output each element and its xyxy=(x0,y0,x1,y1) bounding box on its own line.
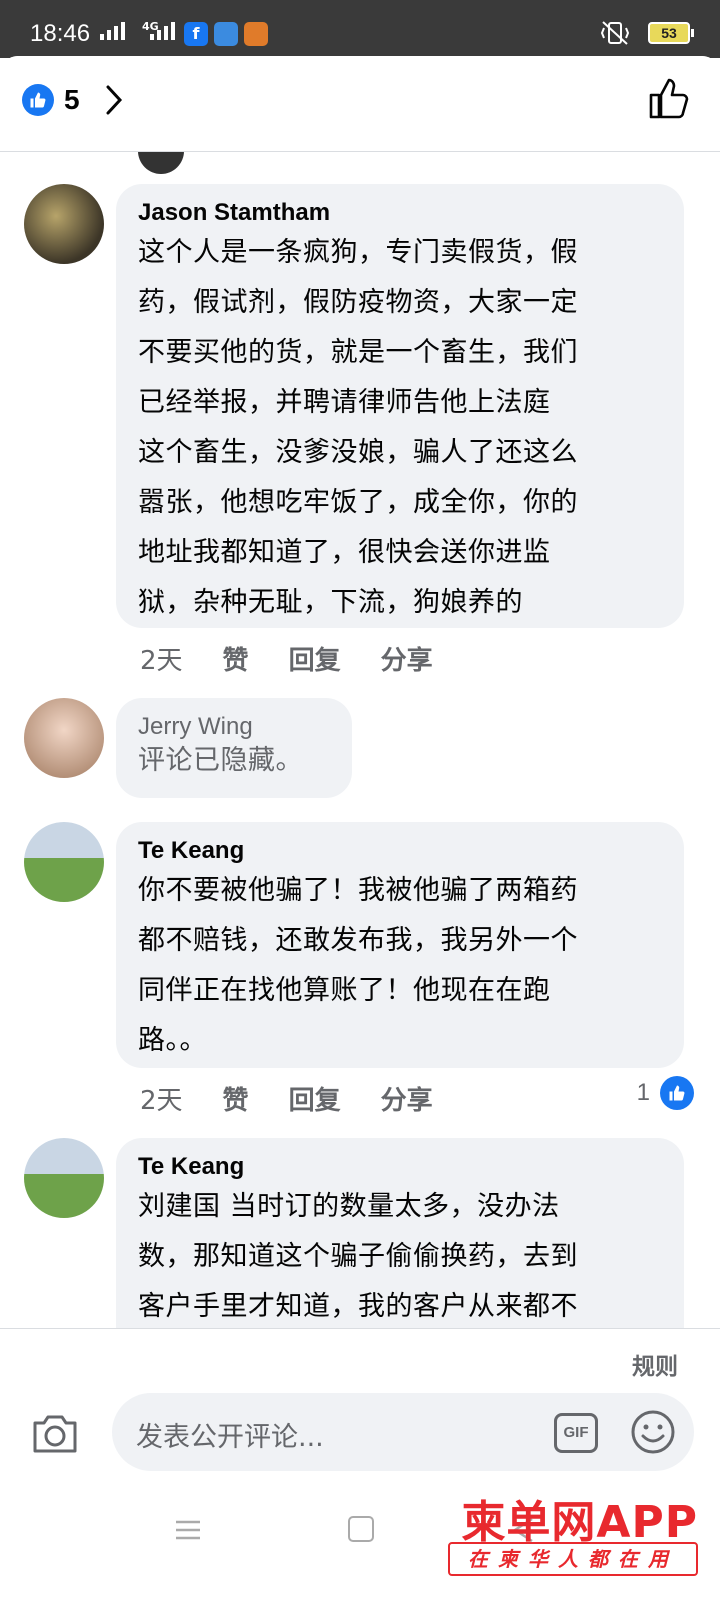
watermark-logo: 柬单网APP xyxy=(461,1497,698,1548)
comment-bubble: Te Keang 刘建国 当时订的数量太多，没办法 数，那知道这个骗子偷偷换药，… xyxy=(116,1138,684,1358)
signal-2-icon xyxy=(150,22,175,40)
watermark-tagline: 在柬华人都在用 xyxy=(448,1542,698,1576)
avatar-te-keang[interactable] xyxy=(24,1138,104,1218)
comment-time: 2天 xyxy=(140,646,183,676)
comment-bubble: Jason Stamtham 这个人是一条疯狗，专门卖假货，假 药，假试剂，假防… xyxy=(116,184,684,628)
facebook-app-icon: f xyxy=(184,22,208,46)
chevron-right-icon xyxy=(106,85,122,115)
comment-actions: 2天 赞 回复 分享 xyxy=(140,640,433,677)
comment-input-placeholder: 发表公开评论... xyxy=(136,1422,324,1453)
status-time: 18:46 xyxy=(30,20,91,47)
comment-text: 你不要被他骗了！我被他骗了两箱药 都不赔钱，还敢发布我，我另外一个 同伴正在找他… xyxy=(138,875,578,1056)
emoji-icon[interactable] xyxy=(630,1409,676,1455)
status-bar: 18:46 4G f 53 xyxy=(0,0,720,58)
comment-bubble: Te Keang 你不要被他骗了！我被他骗了两箱药 都不赔钱，还敢发布我，我另外… xyxy=(116,822,684,1068)
rules-link[interactable]: 规则 xyxy=(632,1347,678,1381)
hidden-comment-bubble: Jerry Wing 评论已隐藏。 xyxy=(116,698,352,798)
sheet-header: 5 xyxy=(0,56,720,152)
news-app-icon xyxy=(244,22,268,46)
comment-time: 2天 xyxy=(140,1086,183,1116)
comment-author[interactable]: Jason Stamtham xyxy=(138,198,662,228)
like-button-icon[interactable] xyxy=(648,78,690,120)
like-reaction-icon xyxy=(22,84,54,116)
home-icon[interactable] xyxy=(348,1516,374,1542)
like-link[interactable]: 赞 xyxy=(223,1080,249,1117)
comment-actions: 2天 赞 回复 分享 xyxy=(140,1080,433,1117)
app-notification-icon xyxy=(214,22,238,46)
comment-input[interactable]: 发表公开评论... GIF xyxy=(112,1393,694,1471)
camera-icon[interactable] xyxy=(30,1411,80,1455)
gif-button[interactable]: GIF xyxy=(554,1413,598,1453)
avatar-jerry-wing[interactable] xyxy=(24,698,104,778)
avatar-jason-stamtham[interactable] xyxy=(24,184,104,264)
like-count: 5 xyxy=(64,84,80,115)
comment-text: 刘建国 当时订的数量太多，没办法 数，那知道这个骗子偷偷换药，去到 客户手里才知… xyxy=(138,1191,578,1322)
comment-author[interactable]: Te Keang xyxy=(138,836,662,866)
comment-author[interactable]: Te Keang xyxy=(138,1152,662,1182)
reaction-count: 1 xyxy=(636,1079,650,1106)
like-reaction-icon xyxy=(660,1076,694,1110)
vibrate-icon xyxy=(600,21,630,45)
reactions-summary[interactable]: 5 xyxy=(22,84,124,116)
share-link[interactable]: 分享 xyxy=(381,1080,433,1117)
menu-icon[interactable] xyxy=(174,1518,202,1542)
battery-icon: 53 xyxy=(648,22,694,44)
comment-reactions[interactable]: 1 xyxy=(637,1076,694,1110)
comment-text: 这个人是一条疯狗，专门卖假货，假 药，假试剂，假防疫物资，大家一定 不要买他的货… xyxy=(138,237,578,618)
reply-link[interactable]: 回复 xyxy=(289,640,341,677)
reply-link[interactable]: 回复 xyxy=(289,1080,341,1117)
avatar-te-keang[interactable] xyxy=(24,822,104,902)
share-link[interactable]: 分享 xyxy=(381,640,433,677)
signal-icon xyxy=(100,22,125,40)
comment-hidden-text: 评论已隐藏。 xyxy=(138,745,303,776)
system-nav-bar: 柬单网APP 在柬华人都在用 xyxy=(0,1482,720,1600)
like-link[interactable]: 赞 xyxy=(223,640,249,677)
comment-author[interactable]: Jerry Wing xyxy=(138,712,330,742)
